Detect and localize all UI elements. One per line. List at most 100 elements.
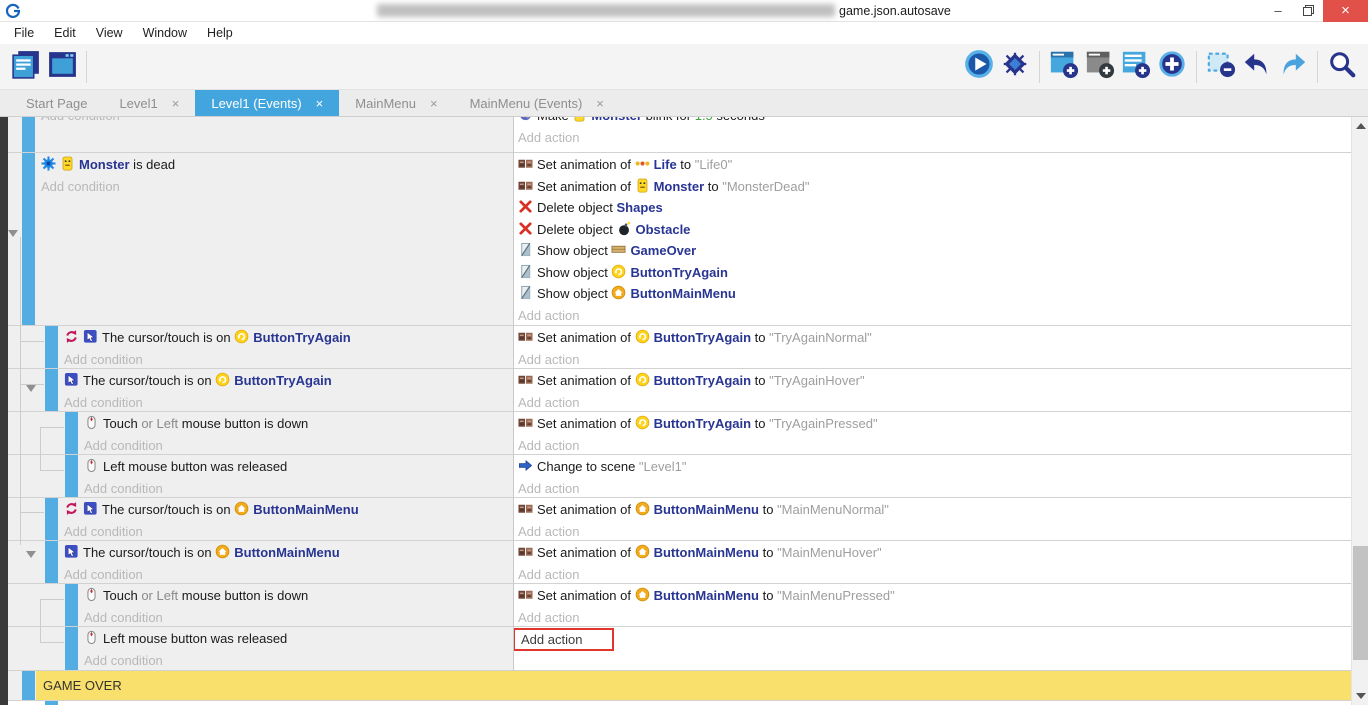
conditions-cell[interactable]: Touch or Left mouse button is downAdd co… [8,584,513,626]
scroll-up-icon[interactable] [1356,123,1366,129]
condition-line[interactable]: The cursor/touch is on ButtonMainMenu [64,499,513,521]
actions-cell[interactable]: Set animation of ButtonMainMenu to "Main… [513,498,1351,540]
event-selection-bar[interactable] [22,671,35,700]
actions-cell[interactable]: Set animation of ButtonTryAgain to "TryA… [513,369,1351,411]
action-line[interactable]: Show object GameOver [518,240,1351,262]
add-condition-placeholder[interactable]: Add condition [41,176,513,198]
add-event-button[interactable] [1046,48,1082,86]
add-comment-button[interactable] [1118,48,1154,86]
add-circle-button[interactable] [1154,48,1190,86]
action-line[interactable]: Delete object Shapes [518,197,1351,219]
menu-file[interactable]: File [4,24,44,42]
event-selection-bar[interactable] [65,627,78,670]
action-line[interactable]: Change to scene "Level1" [518,456,1351,478]
event-selection-bar[interactable] [65,584,78,626]
add-condition-placeholder[interactable]: Add condition [41,117,513,127]
event-selection-bar[interactable] [65,455,78,497]
event-selection-bar[interactable] [45,369,58,411]
add-action-placeholder[interactable]: Add action [518,305,1351,327]
action-line[interactable]: Set animation of ButtonMainMenu to "Main… [518,499,1351,521]
tab-close-icon[interactable]: × [430,96,438,111]
event-selection-bar[interactable] [65,412,78,454]
search-button[interactable] [1324,48,1360,86]
action-line[interactable]: Set animation of ButtonTryAgain to "TryA… [518,327,1351,349]
add-action-placeholder[interactable]: Add action [518,564,1351,585]
add-condition-placeholder[interactable]: Add condition [84,435,513,456]
vertical-scrollbar[interactable] [1351,117,1368,705]
actions-cell[interactable]: Set animation of ButtonTryAgain to "TryA… [513,412,1351,454]
condition-line[interactable]: The cursor/touch is on ButtonMainMenu [64,542,513,564]
tab-start-page[interactable]: Start Page [10,90,103,116]
add-action-placeholder[interactable]: Add action [518,478,1351,499]
conditions-cell[interactable]: Touch or Left mouse button is downAdd co… [8,412,513,454]
event-selection-bar[interactable] [22,153,35,325]
menu-window[interactable]: Window [133,24,197,42]
play-button[interactable] [961,48,997,86]
event-selection-bar[interactable] [45,701,58,705]
actions-cell[interactable]: Add action [513,627,1351,670]
minimize-button[interactable]: – [1263,0,1293,22]
action-line[interactable]: Set animation of Monster to "MonsterDead… [518,176,1351,198]
debug-button[interactable] [997,48,1033,86]
action-line[interactable]: Set animation of ButtonMainMenu to "Main… [518,585,1351,607]
tab-close-icon[interactable]: × [172,96,180,111]
event-selection-bar[interactable] [45,541,58,583]
conditions-cell[interactable]: Left mouse button was releasedAdd condit… [8,455,513,497]
add-condition-placeholder[interactable]: Add condition [84,607,513,628]
actions-cell[interactable]: Set animation of ButtonMainMenu to "Main… [513,584,1351,626]
add-action-placeholder[interactable]: Add action [518,607,1351,628]
add-condition-placeholder[interactable]: Add condition [84,478,513,499]
condition-line[interactable]: The cursor/touch is on ButtonTryAgain [64,370,513,392]
condition-line[interactable]: Monster is dead [41,154,513,176]
scrollbar-thumb[interactable] [1353,546,1368,660]
add-action-highlight-box[interactable]: Add action [513,628,614,651]
menu-help[interactable]: Help [197,24,243,42]
actions-cell[interactable]: Change to scene "Level1"Add action [513,455,1351,497]
tab-level1[interactable]: Level1× [103,90,195,116]
project-manager-button[interactable] [8,48,44,86]
conditions-cell[interactable]: Add condition [8,117,513,152]
conditions-cell[interactable]: The cursor/touch is on ButtonTryAgainAdd… [8,326,513,368]
tab-close-icon[interactable]: × [596,96,604,111]
conditions-actions-splitter[interactable] [513,117,514,671]
conditions-cell[interactable]: The cursor/touch is on ButtonTryAgainAdd… [8,369,513,411]
scene-window-button[interactable] [44,48,80,86]
condition-line[interactable]: The cursor/touch is on ButtonTryAgain [64,327,513,349]
tab-close-icon[interactable]: × [316,96,324,111]
comment-text[interactable]: GAME OVER [36,671,1351,700]
condition-line[interactable]: Left mouse button was released [84,456,513,478]
restore-button[interactable] [1293,0,1323,22]
actions-cell[interactable]: Make Monster blink for 1.5 secondsAdd ac… [513,117,1351,152]
scroll-down-icon[interactable] [1356,693,1366,699]
add-action-placeholder[interactable]: Add action [518,435,1351,456]
comment-row[interactable]: GAME OVER [8,671,1351,701]
action-line[interactable]: Set animation of ButtonTryAgain to "TryA… [518,413,1351,435]
close-button[interactable]: × [1323,0,1368,22]
remove-selection-button[interactable] [1203,48,1239,86]
event-selection-bar[interactable] [22,117,35,152]
add-action-placeholder[interactable]: Add action [518,392,1351,413]
condition-line[interactable]: Touch or Left mouse button is down [84,413,513,435]
add-condition-placeholder[interactable]: Add condition [64,392,513,413]
tab-mainmenu[interactable]: MainMenu× [339,90,453,116]
action-line[interactable]: Set animation of ButtonTryAgain to "TryA… [518,370,1351,392]
conditions-cell[interactable]: The cursor/touch is on ButtonMainMenuAdd… [8,541,513,583]
conditions-cell[interactable]: Monster is deadAdd condition [8,153,513,325]
menu-view[interactable]: View [86,24,133,42]
tab-mainmenu-events-[interactable]: MainMenu (Events)× [454,90,620,116]
event-selection-bar[interactable] [45,326,58,368]
action-line[interactable]: Show object ButtonMainMenu [518,283,1351,305]
action-line[interactable]: Show object ButtonTryAgain [518,262,1351,284]
actions-cell[interactable]: Set animation of ButtonMainMenu to "Main… [513,541,1351,583]
event-selection-bar[interactable] [45,498,58,540]
conditions-cell[interactable]: The cursor/touch is on ButtonMainMenuAdd… [8,498,513,540]
actions-cell[interactable]: Set animation of ButtonTryAgain to "TryA… [513,326,1351,368]
action-line[interactable]: Set animation of ButtonMainMenu to "Main… [518,542,1351,564]
action-line[interactable]: Delete object Obstacle [518,219,1351,241]
add-condition-placeholder[interactable]: Add condition [64,564,513,585]
undo-button[interactable] [1239,48,1275,86]
conditions-cell[interactable]: Left mouse button was releasedAdd condit… [8,627,513,670]
condition-line[interactable]: Left mouse button was released [84,628,513,650]
add-action-placeholder[interactable]: Add action [518,521,1351,542]
add-condition-placeholder[interactable]: Add condition [64,521,513,542]
